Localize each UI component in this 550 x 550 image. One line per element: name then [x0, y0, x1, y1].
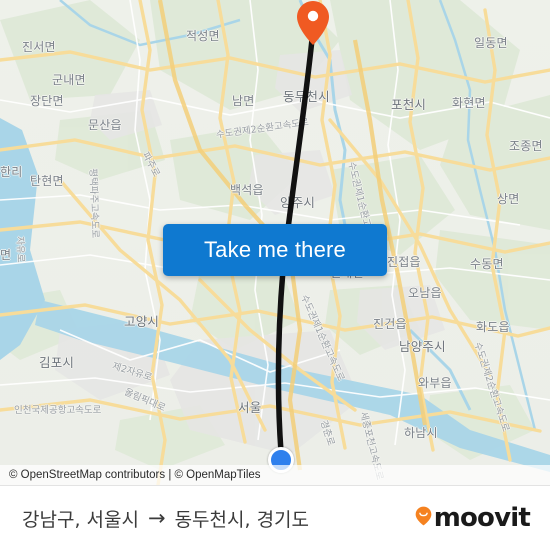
take-me-there-button[interactable]: Take me there: [163, 224, 387, 276]
trip-summary: 강남구, 서울시 → 동두천시, 경기도: [22, 505, 309, 532]
trip-footer: 강남구, 서울시 → 동두천시, 경기도 moovit: [0, 485, 550, 550]
map-canvas[interactable]: 진서면 군내면 장단면 문산읍 적성면 남면 동두천시 일동면 포천시 화현면 조종면 한리 탄현면 백석…: [0, 0, 550, 485]
trip-destination: 동두천시, 경기도: [174, 508, 310, 531]
take-me-there-label: Take me there: [203, 237, 346, 262]
trip-origin: 강남구, 서울시: [22, 508, 139, 531]
map-attribution: © OpenStreetMap contributors | © OpenMap…: [0, 465, 550, 485]
moovit-logo[interactable]: moovit: [415, 503, 531, 533]
destination-pin[interactable]: [296, 0, 330, 46]
moovit-pin-icon: [415, 506, 432, 531]
arrow-icon: →: [147, 505, 166, 530]
moovit-trip-card: 진서면 군내면 장단면 문산읍 적성면 남면 동두천시 일동면 포천시 화현면 조종면 한리 탄현면 백석…: [0, 0, 550, 550]
moovit-wordmark: moovit: [433, 503, 531, 533]
attribution-text: © OpenStreetMap contributors | © OpenMap…: [9, 469, 261, 481]
